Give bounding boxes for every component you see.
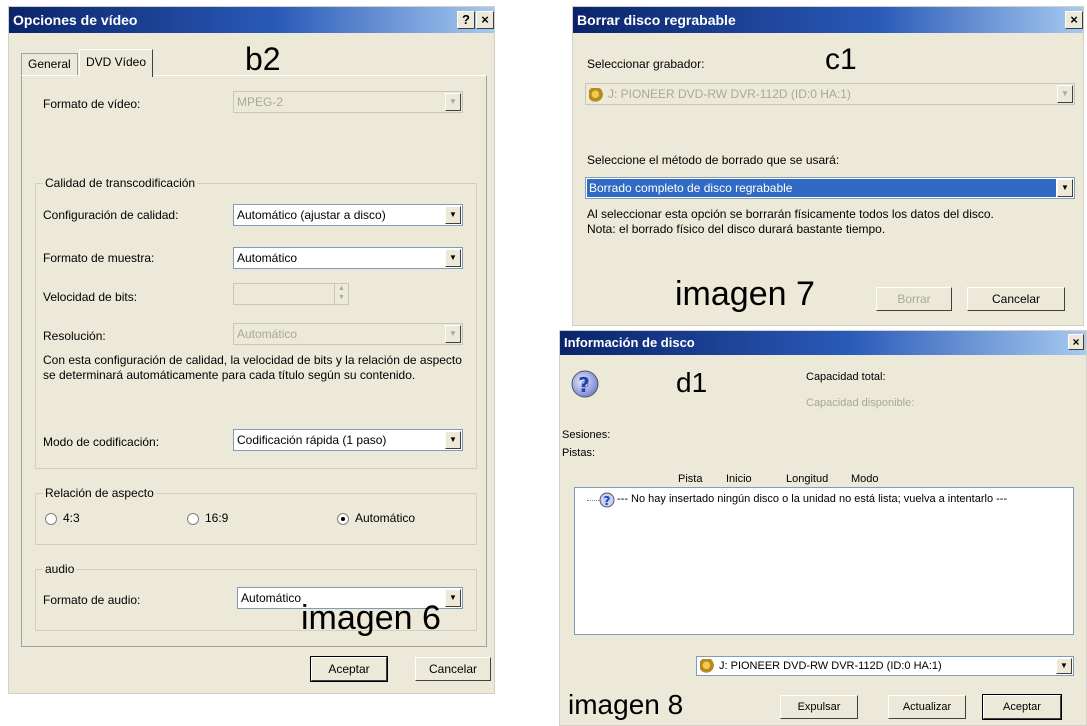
svg-text:?: ? [604, 494, 611, 508]
chevron-down-icon: ▼ [1057, 179, 1073, 197]
cancel-button[interactable]: Cancelar [967, 287, 1065, 311]
svg-text:?: ? [578, 373, 590, 397]
column-header-start[interactable]: Inicio [726, 473, 752, 485]
quality-setting-label: Configuración de calidad: [43, 208, 179, 222]
quality-note: Con esta configuración de calidad, la ve… [43, 353, 462, 382]
sample-format-label: Formato de muestra: [43, 251, 155, 265]
title-bar: Borrar disco regrabable [573, 7, 1083, 33]
tab-general[interactable]: General [21, 53, 78, 75]
select-value: Automático [241, 591, 302, 605]
column-header-mode[interactable]: Modo [851, 473, 879, 485]
window-title: Información de disco [564, 335, 695, 350]
video-format-select[interactable]: MPEG-2 ▼ [233, 91, 463, 113]
tracks-label: Pistas: [562, 447, 596, 459]
recorder-select[interactable]: J: PIONEER DVD-RW DVR-112D (ID:0 HA:1) ▼ [585, 83, 1075, 105]
accept-button[interactable]: Aceptar [310, 656, 388, 682]
select-value: Automático (ajustar a disco) [237, 208, 386, 222]
video-format-label: Formato de vídeo: [43, 97, 141, 111]
cancel-button[interactable]: Cancelar [415, 657, 491, 681]
tab-dvd-video[interactable]: DVD Vídeo [79, 49, 154, 77]
chevron-down-icon: ▼ [445, 206, 461, 224]
chevron-down-icon: ▼ [445, 325, 461, 343]
aspect-radio-4-3[interactable] [45, 513, 57, 525]
eject-button[interactable]: Expulsar [780, 695, 858, 719]
aspect-radio-16-9[interactable] [187, 513, 199, 525]
info-line-1: Al seleccionar esta opción se borrarán f… [587, 207, 994, 221]
quality-group-title: Calidad de transcodificación [43, 176, 198, 190]
marker-b2: b2 [245, 41, 281, 77]
aspect-radio-auto[interactable] [337, 513, 349, 525]
quality-setting-select[interactable]: Automático (ajustar a disco) ▼ [233, 204, 463, 226]
drive-select[interactable]: J: PIONEER DVD-RW DVR-112D (ID:0 HA:1) ▼ [696, 656, 1074, 676]
drive-icon [589, 87, 605, 102]
erase-disc-window: Borrar disco regrabable × Seleccionar gr… [572, 6, 1084, 326]
window-title: Borrar disco regrabable [577, 12, 736, 28]
total-capacity-label: Capacidad total: [806, 371, 886, 383]
tab-label: DVD Vídeo [86, 55, 147, 69]
available-capacity-label: Capacidad disponible: [806, 397, 915, 409]
window-title: Opciones de vídeo [13, 12, 138, 28]
disc-question-small-icon: ? [599, 492, 615, 508]
bitrate-label: Velocidad de bits: [43, 290, 138, 304]
caption-imagen-8: imagen 8 [568, 689, 684, 720]
method-label: Seleccione el método de borrado que se u… [587, 153, 840, 167]
aspect-label-16-9: 16:9 [205, 511, 229, 525]
disc-question-icon: ? [570, 369, 600, 399]
method-select[interactable]: Borrado completo de disco regrabable ▼ [585, 177, 1075, 199]
select-value: MPEG-2 [237, 95, 284, 109]
close-button[interactable]: × [1068, 334, 1084, 350]
title-bar: Información de disco [560, 331, 1086, 355]
list-message: --- No hay insertado ningún disco o la u… [617, 493, 1008, 505]
tab-label: General [28, 57, 71, 71]
help-button[interactable]: ? [457, 11, 475, 29]
column-header-length[interactable]: Longitud [786, 473, 828, 485]
close-button[interactable]: × [476, 11, 494, 29]
aspect-label-auto: Automático [355, 511, 416, 525]
caption-imagen-6: imagen 6 [301, 599, 441, 637]
disc-info-window: Información de disco × ? d1 Capacidad to… [559, 330, 1087, 726]
chevron-down-icon: ▼ [1057, 85, 1073, 103]
select-value: Automático [237, 251, 298, 265]
sessions-label: Sesiones: [562, 429, 611, 441]
aspect-group-title: Relación de aspecto [43, 486, 156, 500]
video-options-window: Opciones de vídeo ? × General DVD Vídeo … [8, 6, 495, 694]
resolution-label: Resolución: [43, 329, 106, 343]
tree-line [587, 500, 599, 501]
accept-button[interactable]: Aceptar [982, 694, 1062, 720]
encoding-mode-label: Modo de codificación: [43, 435, 160, 449]
info-line-2: Nota: el borrado físico del disco durará… [587, 222, 886, 236]
bitrate-spinner[interactable]: ▲ ▼ [233, 283, 349, 305]
refresh-button[interactable]: Actualizar [888, 695, 966, 719]
chevron-down-icon: ▼ [1056, 658, 1072, 674]
chevron-down-icon: ▼ [445, 589, 461, 607]
track-list[interactable]: ? --- No hay insertado ningún disco o la… [574, 487, 1074, 635]
select-value: Automático [237, 327, 298, 341]
drive-text: J: PIONEER DVD-RW DVR-112D (ID:0 HA:1) [719, 659, 942, 672]
select-value: Codificación rápida (1 paso) [237, 433, 387, 447]
aspect-label-4-3: 4:3 [63, 511, 80, 525]
marker-d1: d1 [676, 367, 708, 398]
audio-group-title: audio [43, 562, 77, 576]
title-bar: Opciones de vídeo [9, 7, 494, 33]
select-value: J: PIONEER DVD-RW DVR-112D (ID:0 HA:1) [700, 659, 942, 673]
audio-format-label: Formato de audio: [43, 593, 141, 607]
select-value: J: PIONEER DVD-RW DVR-112D (ID:0 HA:1) [589, 87, 851, 102]
recorder-text: J: PIONEER DVD-RW DVR-112D (ID:0 HA:1) [608, 87, 851, 101]
chevron-down-icon: ▼ [445, 93, 461, 111]
chevron-down-icon: ▼ [445, 431, 461, 449]
column-header-track[interactable]: Pista [678, 473, 702, 485]
spinner-arrows-icon: ▲ ▼ [334, 284, 348, 304]
sample-format-select[interactable]: Automático ▼ [233, 247, 463, 269]
close-button[interactable]: × [1065, 11, 1083, 29]
encoding-mode-select[interactable]: Codificación rápida (1 paso) ▼ [233, 429, 463, 451]
drive-icon [700, 659, 716, 673]
caption-imagen-7: imagen 7 [675, 275, 815, 313]
select-value: Borrado completo de disco regrabable [589, 181, 793, 195]
chevron-down-icon: ▼ [445, 249, 461, 267]
resolution-select[interactable]: Automático ▼ [233, 323, 463, 345]
marker-c1: c1 [825, 43, 857, 76]
recorder-label: Seleccionar grabador: [587, 57, 705, 71]
erase-button[interactable]: Borrar [876, 287, 952, 311]
